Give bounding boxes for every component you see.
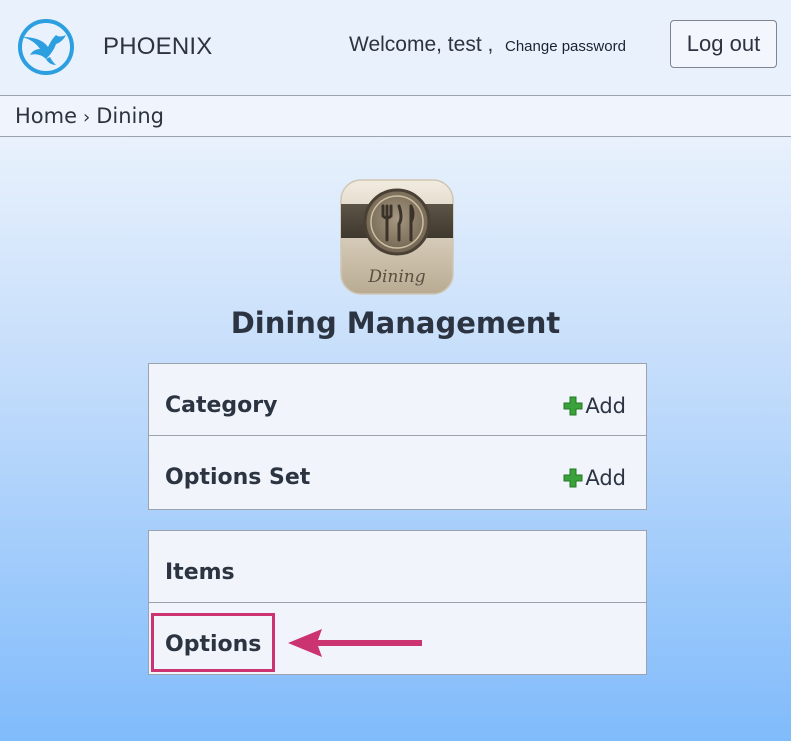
logout-button[interactable]: Log out <box>670 20 777 68</box>
items-row[interactable]: Items <box>149 531 646 603</box>
add-options-set-button[interactable]: Add <box>563 466 626 490</box>
breadcrumb-separator-icon: › <box>83 107 91 128</box>
options-label: Options <box>165 632 262 657</box>
add-category-button[interactable]: Add <box>563 394 626 418</box>
plus-icon <box>563 468 583 488</box>
breadcrumb-current: Dining <box>96 104 165 128</box>
page-title: Dining Management <box>230 306 561 340</box>
category-row[interactable]: Category Add <box>149 364 646 436</box>
options-row[interactable]: Options <box>149 603 646 675</box>
dining-icon-caption: Dining <box>367 267 425 287</box>
add-label: Add <box>585 394 626 418</box>
options-set-label: Options Set <box>165 465 311 490</box>
catalog-panel: Items Options <box>148 530 647 675</box>
plus-icon <box>563 396 583 416</box>
items-label: Items <box>165 560 235 585</box>
welcome-text: Welcome, test , <box>349 33 494 56</box>
breadcrumb: Home › Dining <box>0 96 791 137</box>
dining-utensils-icon: Dining <box>340 179 454 295</box>
category-label: Category <box>165 393 278 418</box>
change-password-link[interactable]: Change password <box>505 38 626 55</box>
add-label: Add <box>585 466 626 490</box>
app-header: PHOENIX Welcome, test , Change password … <box>0 0 791 96</box>
brand-name: PHOENIX <box>103 33 213 60</box>
options-set-row[interactable]: Options Set Add <box>149 436 646 508</box>
setup-panel: Category Add Options Set Add <box>148 363 647 510</box>
phoenix-bird-logo-icon[interactable] <box>16 17 76 77</box>
breadcrumb-home-link[interactable]: Home <box>15 104 77 128</box>
